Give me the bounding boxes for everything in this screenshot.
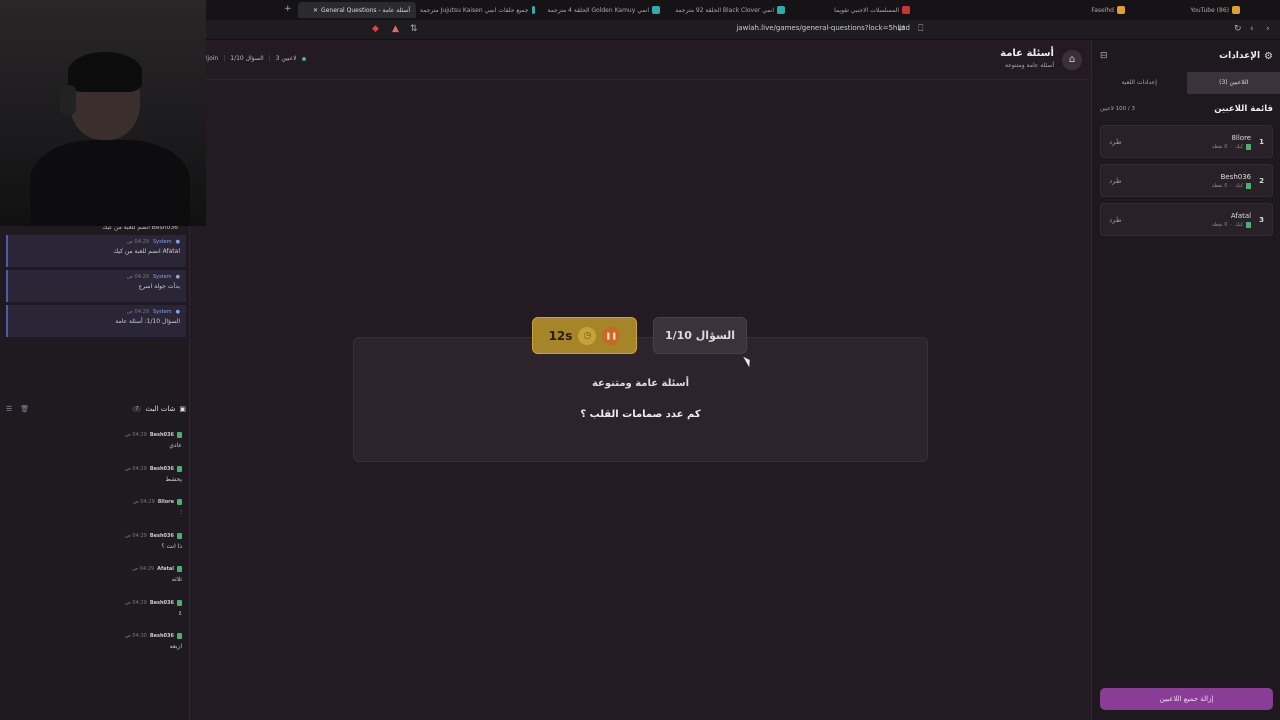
game-header: !join | السؤال 1/10 | 3 لاعبين أسئلة عامة … <box>191 40 1090 80</box>
player-list-header: قائمة اللاعبين 3 / 100 لاعبين <box>1100 104 1273 114</box>
game-status: !join | السؤال 1/10 | 3 لاعبين <box>205 55 306 62</box>
tab-golden-kamuy[interactable]: انمي Golden Kamuy الحلقة 4 مترجمة <box>545 2 660 18</box>
kick-icon <box>1246 182 1252 189</box>
clock-icon: ◷ <box>578 326 597 345</box>
system-icon: ● <box>175 309 180 315</box>
settings-panel: ⚙ الإعدادات ⊟ اللاعبين (3) إعدادات اللعب… <box>1091 40 1280 720</box>
faselhd-favicon-icon <box>1117 6 1125 14</box>
kick-player-button[interactable]: طرد <box>1109 216 1122 224</box>
chat-message: Besh036 04:29 ص عادي <box>124 432 182 449</box>
tab-game-settings[interactable]: إعدادات اللعبة <box>1092 72 1187 94</box>
series-favicon-icon <box>902 6 910 14</box>
anime-favicon-icon <box>652 6 660 14</box>
settings-tabs: اللاعبين (3) إعدادات اللعبة <box>1092 72 1280 94</box>
kick-player-button[interactable]: طرد <box>1109 177 1122 185</box>
system-icon: ● <box>175 239 180 245</box>
bookmark-icon[interactable]: ⎕ <box>918 24 923 34</box>
brave-rewards-icon[interactable]: ▲ <box>392 24 399 34</box>
question-card: أسئلة عامة ومتنوعة كم عدد صمامات القلب ؟ <box>353 337 928 462</box>
kick-icon <box>177 532 182 539</box>
kick-icon <box>1246 143 1252 150</box>
chat-message: Besh036 04:29 ص٤ <box>124 599 182 617</box>
home-icon: ⌂ <box>1068 54 1076 65</box>
kick-icon <box>177 566 182 572</box>
chat-count-badge: 7 <box>132 406 142 412</box>
kick-icon <box>1246 221 1252 228</box>
url-field[interactable]: jawlah.live/games/general-questions?lock… <box>430 24 910 36</box>
settings-header: ⚙ الإعدادات ⊟ <box>1100 50 1273 62</box>
reload-icon[interactable]: ↻ <box>1234 24 1242 34</box>
remove-all-players-button[interactable]: إزالة جميع اللاعبين <box>1100 688 1273 710</box>
system-icon: ● <box>175 274 180 280</box>
player-list: 1 8llore كيك · 0 نقطة طرد 2 Besh036 كيك · 0 نق… <box>1100 125 1273 242</box>
kick-icon <box>177 633 182 639</box>
anime-favicon-icon <box>777 6 785 14</box>
youtube-favicon-icon <box>1232 6 1240 14</box>
tune-icon[interactable]: ⇄ <box>898 24 906 34</box>
chat-message: Besh036 04:29 ص ذا انت ؟ <box>124 532 182 550</box>
stream-chat-header: ▣ شات البث 7 🗑 ☰ <box>6 405 186 413</box>
gear-icon: ⚙ <box>1264 50 1273 62</box>
pause-button[interactable]: ❚❚ <box>602 326 621 345</box>
game-subtitle: أسئلة عامة ومتنوعة <box>1005 62 1054 69</box>
chat-message: Besh036 04:30 ص اربعه <box>124 633 182 650</box>
tab-black-clover[interactable]: انمي Black Clover الحلقة 92 مترجمة <box>670 2 785 18</box>
chat-message: Afatal 04:29 ص ثلاثه <box>132 566 182 583</box>
brave-shield-icon[interactable]: ◆ <box>372 24 379 34</box>
chat-message: 8llore 04:29 ص ؛ <box>132 499 182 516</box>
player-card: 2 Besh036 كيك · 0 نقطة طرد <box>1100 164 1273 197</box>
question-number-badge: السؤال 1/10 <box>653 317 747 354</box>
tab-faselhd[interactable]: Faselhd <box>1015 2 1125 18</box>
tab-youtube[interactable]: (86) YouTube <box>1140 2 1240 18</box>
chat-icon: ▣ <box>179 405 186 413</box>
tab-players[interactable]: اللاعبين (3) <box>1186 72 1280 94</box>
close-tab-icon[interactable]: ✕ <box>313 7 318 14</box>
trash-icon[interactable]: 🗑 <box>20 405 29 413</box>
kick-icon <box>177 499 182 505</box>
chat-messages: Besh036 04:29 ص عادي Besh036 04:29 ص يحشط 8l… <box>6 432 182 667</box>
kick-player-button[interactable]: طرد <box>1109 138 1122 146</box>
kick-icon <box>177 599 182 606</box>
webcam-overlay <box>0 0 206 226</box>
timer-seconds: 12s <box>548 328 573 343</box>
kick-icon <box>177 432 182 438</box>
tab-general-questions[interactable]: أسئلة عامة - General Questions ✕ <box>298 2 416 18</box>
player-card: 3 Afatal كيك · 0 نقطة طرد <box>1100 203 1273 236</box>
system-message: ● System 04:29 ص بدأت جولة اسرع <box>6 270 186 302</box>
game-title-block: أسئلة عامة أسئلة عامة ومتنوعة <box>1000 48 1054 69</box>
system-message: ● System 04:29 ص Afatal انضم للعبة من كيك <box>6 235 186 267</box>
question-category: أسئلة عامة ومتنوعة <box>591 378 690 389</box>
system-message: ● System 04:29 ص السؤال 1/10: أسئلة عامة <box>6 305 186 337</box>
anime-favicon-icon <box>531 6 535 14</box>
kick-icon <box>177 465 182 472</box>
list-icon[interactable]: ☰ <box>6 405 12 413</box>
online-indicator <box>301 56 306 61</box>
tab-series[interactable]: المسلسلات الاجنبي تقويما <box>820 2 910 18</box>
game-area: !join | السؤال 1/10 | 3 لاعبين أسئلة عامة … <box>191 40 1090 720</box>
timer-badge: 12s ◷ ❚❚ <box>532 317 637 354</box>
tab-jujutsu-kaisen[interactable]: جميع حلقات انمي Jujutsu Kaisen مترجمة <box>420 2 535 18</box>
collapse-panel-icon[interactable]: ⊟ <box>1100 51 1108 61</box>
chat-message: Besh036 04:29 ص يحشط <box>124 465 182 483</box>
home-button[interactable]: ⌂ <box>1062 50 1082 70</box>
game-title: أسئلة عامة <box>1000 48 1054 59</box>
system-messages: ● System 04:29 ص Afatal انضم للعبة من كيك … <box>6 235 186 340</box>
share-icon[interactable]: ⇅ <box>410 24 418 34</box>
new-tab-icon[interactable]: + <box>284 4 292 14</box>
back-icon[interactable]: ‹ <box>1250 24 1254 34</box>
question-text: كم عدد صمامات القلب ؟ <box>580 409 701 420</box>
forward-icon[interactable]: › <box>1266 24 1270 34</box>
player-card: 1 8llore كيك · 0 نقطة طرد <box>1100 125 1273 158</box>
